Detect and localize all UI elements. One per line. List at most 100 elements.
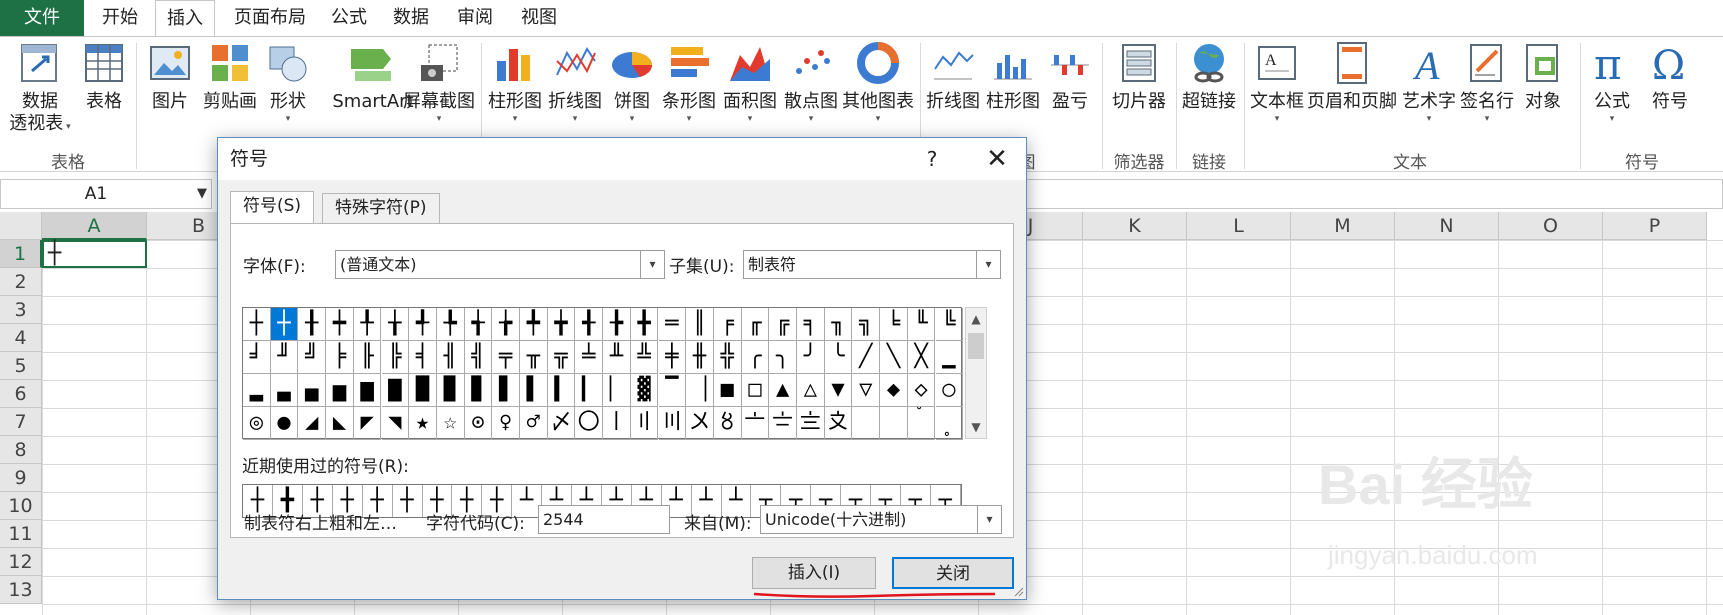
symbol-cell[interactable]: ╖ bbox=[824, 308, 853, 341]
symbol-cell[interactable]: ▎ bbox=[575, 374, 604, 407]
symbol-cell[interactable]: ╗ bbox=[852, 308, 881, 341]
symbol-cell[interactable]: ▼ bbox=[824, 374, 853, 407]
symbol-cell[interactable]: ╋ bbox=[630, 308, 659, 341]
symbol-cell[interactable]: ╟ bbox=[353, 341, 382, 374]
symbol-cell[interactable]: ◣ bbox=[326, 407, 354, 440]
column-chart-button[interactable]: 柱形图 ▾ bbox=[486, 41, 544, 125]
textbox-button[interactable]: A 文本框 ▾ bbox=[1248, 41, 1306, 125]
symbol-cell[interactable]: ╒ bbox=[713, 308, 742, 341]
wordart-button[interactable]: A 艺术字 ▾ bbox=[1400, 41, 1458, 125]
symbol-cell[interactable]: ╬ bbox=[713, 341, 742, 374]
select-all-corner[interactable] bbox=[0, 212, 42, 240]
symbol-cell[interactable]: ╉ bbox=[575, 308, 604, 341]
symbol-cell[interactable]: ╫ bbox=[686, 341, 714, 374]
symbol-cell[interactable]: ╦ bbox=[547, 341, 576, 374]
symbol-cell[interactable]: ▄ bbox=[298, 374, 327, 407]
symbol-cell[interactable]: ◤ bbox=[353, 407, 382, 440]
symbol-cell[interactable]: ║ bbox=[686, 308, 714, 341]
symbol-cell[interactable]: ╳ bbox=[907, 341, 936, 374]
tab-symbols[interactable]: 符号(S) bbox=[230, 191, 315, 224]
symbol-cell[interactable]: 〨 bbox=[797, 407, 825, 440]
symbol-cell[interactable]: ▍ bbox=[547, 374, 576, 407]
symbol-cell[interactable]: ▏ bbox=[603, 374, 631, 407]
from-select[interactable]: Unicode(十六进制) ▾ bbox=[760, 505, 1002, 534]
symbol-cell[interactable]: ╠ bbox=[381, 341, 410, 374]
row-header-10[interactable]: 10 bbox=[0, 492, 42, 520]
other-charts-button[interactable]: 其他图表 ▾ bbox=[840, 41, 916, 125]
symbol-cell[interactable]: ╆ bbox=[492, 308, 520, 341]
pie-chart-button[interactable]: 饼图 ▾ bbox=[608, 41, 656, 125]
symbol-cell[interactable]: ⊙ bbox=[464, 407, 493, 440]
pivot-table-button[interactable]: 数据 透视表 ▾ bbox=[4, 41, 76, 135]
shapes-button[interactable]: 形状 ▾ bbox=[262, 41, 314, 125]
symbol-cell[interactable]: ◆ bbox=[880, 374, 908, 407]
subset-select[interactable]: 制表符 ▾ bbox=[743, 250, 1001, 279]
row-header-6[interactable]: 6 bbox=[0, 380, 42, 408]
column-header-n[interactable]: N bbox=[1395, 212, 1499, 240]
symbol-cell[interactable]: ☆ bbox=[436, 407, 465, 440]
tab-special-chars[interactable]: 特殊字符(P) bbox=[322, 193, 440, 223]
tab-review[interactable]: 审阅 bbox=[450, 0, 500, 36]
symbol-cell[interactable]: ═ bbox=[658, 308, 687, 341]
tab-file[interactable]: 文件 bbox=[0, 0, 84, 36]
column-header-o[interactable]: O bbox=[1499, 212, 1603, 240]
row-header-3[interactable]: 3 bbox=[0, 296, 42, 324]
symbol-cell[interactable]: 〤 bbox=[686, 407, 714, 440]
symbol-cell[interactable]: ╨ bbox=[603, 341, 631, 374]
recent-symbol-cell[interactable]: ┼ bbox=[393, 485, 423, 517]
symbol-cell[interactable]: ╢ bbox=[436, 341, 465, 374]
symbol-cell[interactable]: ▓ bbox=[630, 374, 659, 407]
symbol-cell[interactable]: ╀ bbox=[353, 308, 382, 341]
line-chart-button[interactable]: 折线图 ▾ bbox=[546, 41, 604, 125]
row-header-8[interactable]: 8 bbox=[0, 436, 42, 464]
symbol-cell[interactable]: ◇ bbox=[907, 374, 936, 407]
scatter-chart-button[interactable]: 散点图 ▾ bbox=[782, 41, 840, 125]
symbol-cell[interactable]: ╔ bbox=[769, 308, 797, 341]
symbol-cell[interactable]: 〫 bbox=[880, 407, 908, 440]
symbol-cell[interactable]: ▲ bbox=[769, 374, 797, 407]
sparkline-winloss-button[interactable]: 盈亏 bbox=[1046, 41, 1094, 113]
char-code-input[interactable]: 2544 bbox=[538, 505, 670, 534]
symbol-cell[interactable]: ▌ bbox=[520, 374, 548, 407]
symbol-cell[interactable]: ▇ bbox=[381, 374, 410, 407]
row-header-12[interactable]: 12 bbox=[0, 548, 42, 576]
symbol-cell[interactable]: ▽ bbox=[852, 374, 881, 407]
symbol-cell[interactable]: 〢 bbox=[630, 407, 659, 440]
symbol-cell[interactable]: ▁ bbox=[935, 341, 964, 374]
symbol-cell[interactable]: ╂ bbox=[298, 308, 327, 341]
row-header-11[interactable]: 11 bbox=[0, 520, 42, 548]
screenshot-button[interactable]: 屏幕截图 ▾ bbox=[400, 41, 478, 125]
insert-button[interactable]: 插入(I) bbox=[752, 557, 876, 589]
scroll-up-icon[interactable]: ▲ bbox=[966, 308, 986, 330]
symbol-cell[interactable]: ▂ bbox=[243, 374, 271, 407]
symbol-cell[interactable]: ╣ bbox=[464, 341, 493, 374]
symbol-cell[interactable]: 〡 bbox=[603, 407, 631, 440]
symbol-cell[interactable]: ▔ bbox=[658, 374, 687, 407]
symbol-cell[interactable]: ┼ bbox=[270, 308, 299, 341]
tab-view[interactable]: 视图 bbox=[514, 0, 564, 36]
header-footer-button[interactable]: 页眉和页脚 bbox=[1306, 41, 1398, 113]
symbol-cell[interactable]: ╭ bbox=[741, 341, 770, 374]
tab-insert[interactable]: 插入 bbox=[155, 0, 215, 37]
symbol-cell[interactable]: ╄ bbox=[436, 308, 465, 341]
symbol-cell[interactable]: ▅ bbox=[326, 374, 354, 407]
table-button[interactable]: 表格 bbox=[78, 41, 130, 113]
column-header-l[interactable]: L bbox=[1187, 212, 1291, 240]
symbol-cell[interactable]: ╥ bbox=[520, 341, 548, 374]
symbol-cell[interactable]: ▋ bbox=[492, 374, 520, 407]
symbol-cell[interactable]: ◥ bbox=[381, 407, 410, 440]
symbol-cell[interactable]: ◎ bbox=[243, 407, 271, 440]
symbol-cell[interactable]: 〦 bbox=[741, 407, 770, 440]
symbol-cell[interactable]: 〣 bbox=[658, 407, 687, 440]
help-icon[interactable]: ? bbox=[912, 138, 952, 180]
symbol-cell[interactable]: ▆ bbox=[353, 374, 382, 407]
hyperlink-button[interactable]: 超链接 bbox=[1178, 41, 1240, 113]
clipart-button[interactable]: 剪贴画 bbox=[200, 41, 260, 113]
row-header-1[interactable]: 1 bbox=[0, 240, 42, 268]
sparkline-column-button[interactable]: 柱形图 bbox=[984, 41, 1042, 113]
picture-button[interactable]: 图片 bbox=[144, 41, 196, 113]
column-header-a[interactable]: A bbox=[42, 212, 147, 240]
resize-grip-icon[interactable] bbox=[1012, 585, 1024, 597]
object-button[interactable]: 对象 bbox=[1518, 41, 1568, 113]
symbol-cell[interactable]: ★ bbox=[409, 407, 437, 440]
